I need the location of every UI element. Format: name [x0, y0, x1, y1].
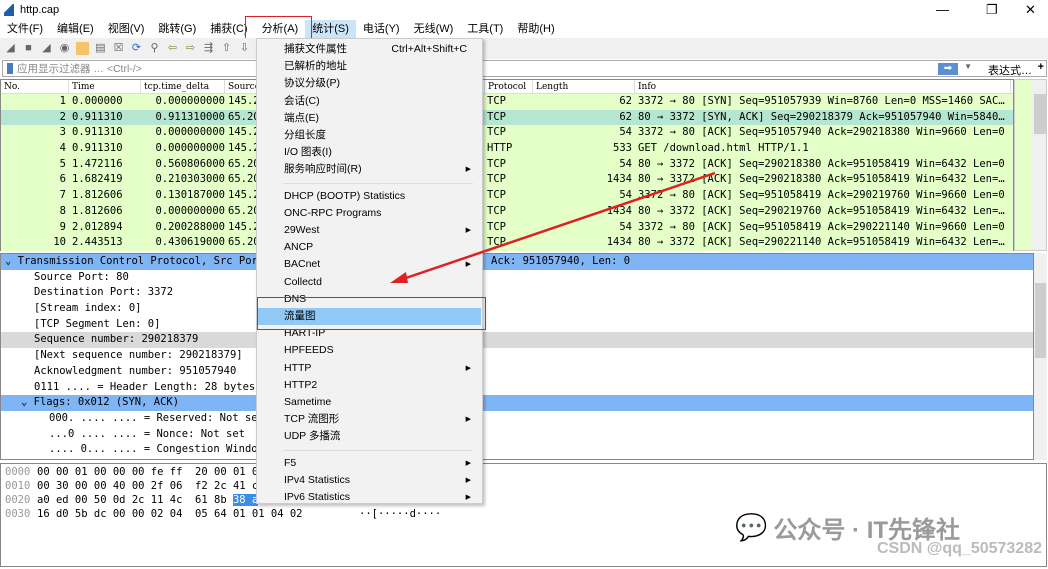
csdn-watermark: CSDN @qq_50573282 — [877, 540, 1042, 558]
annotation-arrow — [0, 0, 1048, 569]
wechat-icon: 💬 — [735, 512, 767, 543]
arrow-line — [400, 173, 715, 280]
arrow-head-icon — [390, 272, 408, 283]
